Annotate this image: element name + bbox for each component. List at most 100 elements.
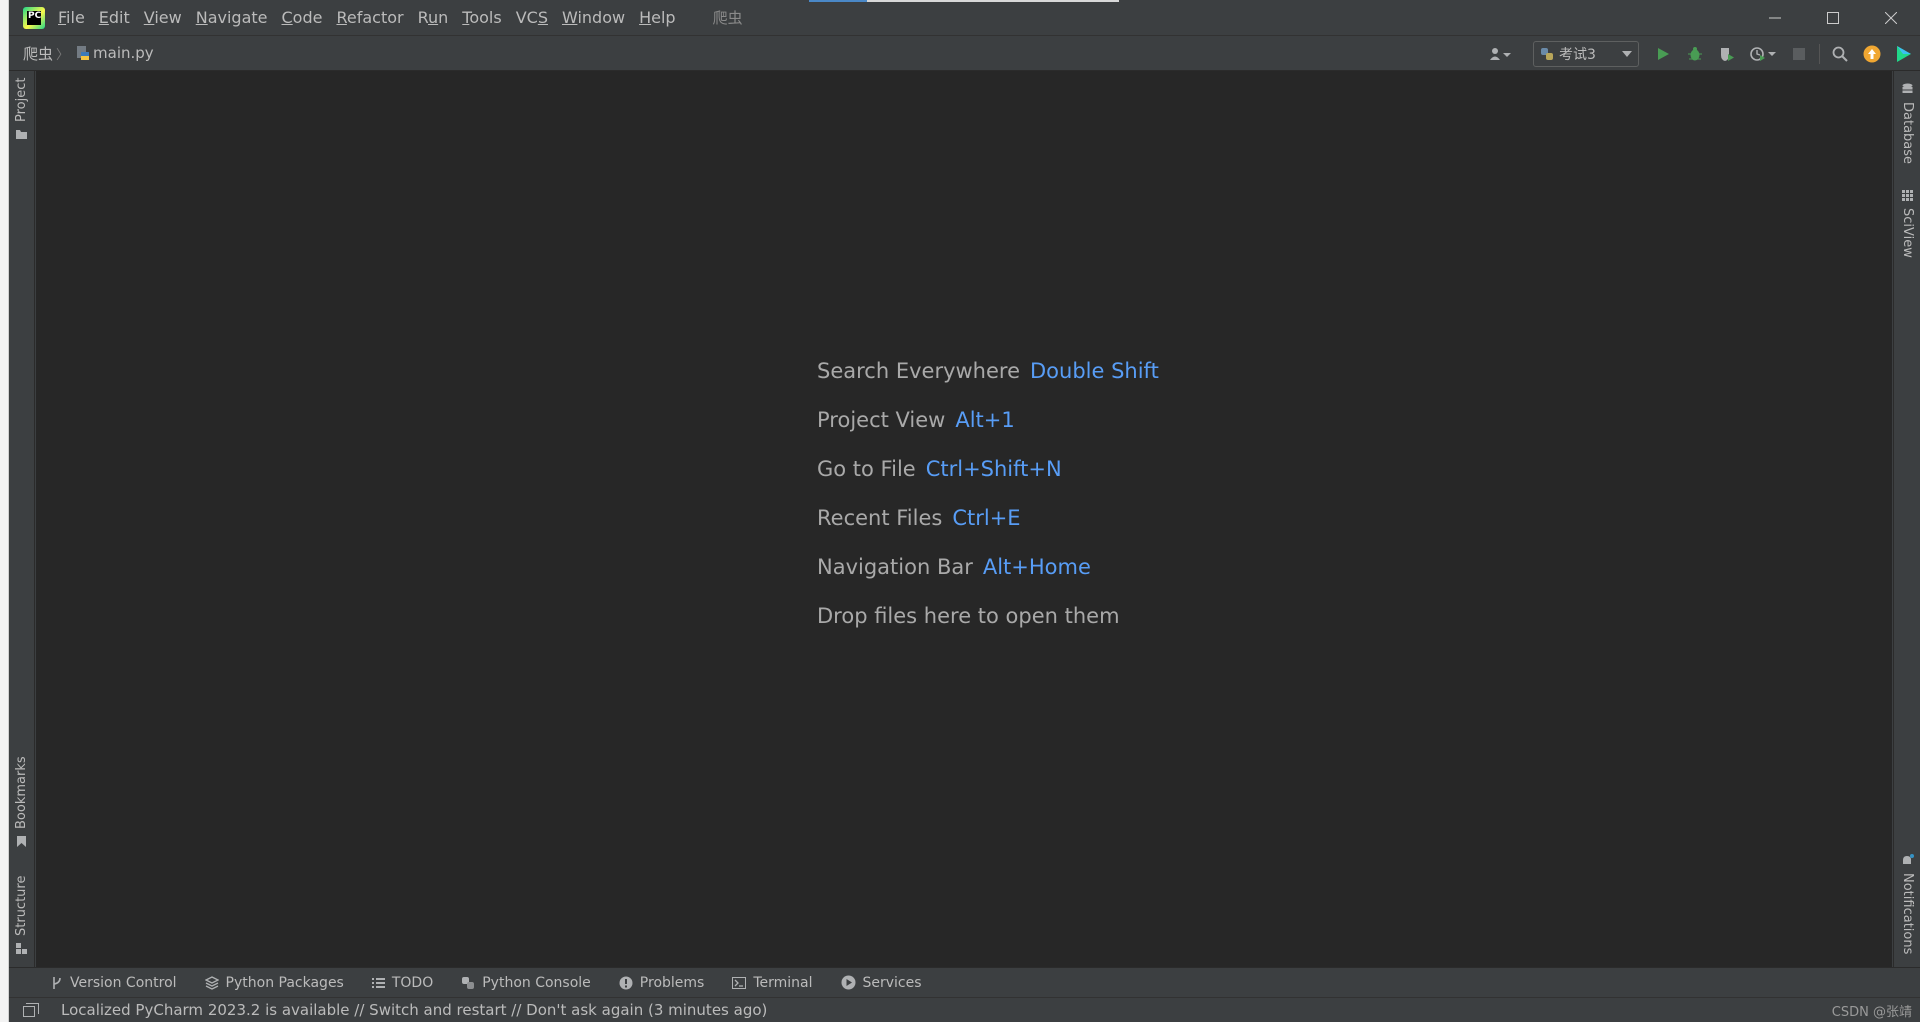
minimize-icon <box>1769 17 1781 18</box>
pycharm-window: PC File Edit View Navigate Code Refactor… <box>9 0 1920 1022</box>
run-button[interactable] <box>1647 36 1679 72</box>
hint-project-view: Project View Alt+1 <box>817 408 1015 432</box>
run-icon <box>1658 48 1669 60</box>
menu-edit[interactable]: Edit <box>92 0 137 35</box>
hint-drop-files: Drop files here to open them <box>817 604 1120 628</box>
menu-refactor[interactable]: Refactor <box>329 0 410 35</box>
python-config-icon <box>1541 48 1553 60</box>
hint-shortcut: Ctrl+E <box>952 506 1021 530</box>
hint-shortcut: Ctrl+Shift+N <box>925 457 1062 481</box>
jetbrains-icon <box>1897 46 1911 62</box>
stop-icon <box>1793 48 1805 60</box>
menu-code[interactable]: Code <box>275 0 330 35</box>
breadcrumb-separator-icon: 〉 <box>56 47 70 63</box>
tool-tab-database[interactable]: Database <box>1900 83 1915 164</box>
title-bar: PC File Edit View Navigate Code Refactor… <box>9 0 1920 35</box>
structure-icon <box>16 943 27 954</box>
maximize-button[interactable] <box>1804 0 1862 35</box>
main-toolbar: 考试3 <box>1481 36 1920 72</box>
tool-tab-python-console[interactable]: Python Console <box>461 975 591 991</box>
jetbrains-toolbox-button[interactable] <box>1888 36 1920 72</box>
hint-go-to-file: Go to File Ctrl+Shift+N <box>817 457 1062 481</box>
coverage-icon <box>1721 48 1734 61</box>
tool-tab-sciview[interactable]: SciView <box>1900 189 1915 258</box>
run-config-label: 考试3 <box>1559 47 1596 63</box>
debug-icon <box>1688 47 1702 61</box>
toolbar-divider <box>1819 44 1820 64</box>
tool-tab-notifications[interactable]: Notifications <box>1900 854 1915 954</box>
list-icon <box>371 977 385 988</box>
menu-window[interactable]: Window <box>555 0 632 35</box>
profile-button[interactable] <box>1743 36 1783 72</box>
menu-view[interactable]: View <box>137 0 189 35</box>
terminal-icon <box>732 976 747 989</box>
editor-hints: Search Everywhere Double Shift Project Vi… <box>817 357 1159 651</box>
minimize-button[interactable] <box>1746 0 1804 35</box>
search-icon <box>1832 46 1848 62</box>
search-everywhere-button[interactable] <box>1824 36 1856 72</box>
tool-tab-project[interactable]: Project <box>14 78 29 141</box>
navigation-bar: 爬虫 〉 main.py 考试3 <box>9 35 1920 71</box>
python-console-icon <box>462 976 475 989</box>
close-button[interactable] <box>1862 0 1920 35</box>
left-tool-strip: Project Bookmarks Structure <box>9 71 35 967</box>
hint-recent-files: Recent Files Ctrl+E <box>817 506 1021 530</box>
hint-search-everywhere: Search Everywhere Double Shift <box>817 359 1159 383</box>
vcs-branch-icon <box>53 976 61 989</box>
status-bar: Localized PyCharm 2023.2 is available //… <box>9 997 1920 1022</box>
stop-button[interactable] <box>1783 36 1815 72</box>
breadcrumb: 爬虫 〉 main.py <box>23 43 154 64</box>
menu-vcs[interactable]: VCS <box>509 0 555 35</box>
problems-icon <box>619 976 633 989</box>
title-progress-bar <box>809 0 1119 2</box>
services-icon <box>841 975 855 990</box>
window-project-title: 爬虫 <box>712 9 743 27</box>
main-menu: File Edit View Navigate Code Refactor Ru… <box>51 0 743 35</box>
run-configuration-select[interactable]: 考试3 <box>1533 41 1639 67</box>
menu-navigate[interactable]: Navigate <box>189 0 275 35</box>
right-tool-strip: Database SciView Notifications <box>1893 71 1920 967</box>
user-menu-button[interactable] <box>1481 36 1521 72</box>
packages-icon <box>204 975 219 990</box>
python-file-icon <box>77 46 90 60</box>
desktop-edge <box>0 0 9 1022</box>
bookmark-icon <box>17 836 26 847</box>
debug-button[interactable] <box>1679 36 1711 72</box>
bottom-tool-bar: Version Control Python Packages TODO Pyt… <box>9 967 1920 997</box>
ide-update-button[interactable] <box>1856 36 1888 72</box>
menu-tools[interactable]: Tools <box>455 0 508 35</box>
watermark-text: CSDN @张靖 <box>1831 1005 1912 1020</box>
run-with-coverage-button[interactable] <box>1711 36 1743 72</box>
toggle-tool-windows-icon[interactable] <box>23 1003 39 1017</box>
breadcrumb-project[interactable]: 爬虫 <box>23 43 53 64</box>
window-controls <box>1746 0 1920 35</box>
tool-tab-version-control[interactable]: Version Control <box>51 975 177 991</box>
status-message[interactable]: Localized PyCharm 2023.2 is available //… <box>61 1001 767 1019</box>
breadcrumb-file[interactable]: main.py <box>93 44 154 62</box>
folder-icon <box>16 130 27 139</box>
hint-shortcut: Alt+Home <box>982 555 1091 579</box>
close-icon <box>1885 11 1897 24</box>
update-icon <box>1863 45 1881 63</box>
database-icon <box>1902 83 1913 93</box>
tool-tab-bookmarks[interactable]: Bookmarks <box>14 756 29 848</box>
tool-tab-structure[interactable]: Structure <box>14 876 29 955</box>
editor-empty-state[interactable]: Search Everywhere Double Shift Project Vi… <box>36 71 1892 967</box>
tool-tab-todo[interactable]: TODO <box>371 975 433 991</box>
tool-tab-python-packages[interactable]: Python Packages <box>204 975 344 991</box>
maximize-icon <box>1827 11 1839 24</box>
hint-shortcut: Double Shift <box>1030 359 1159 383</box>
hint-navigation-bar: Navigation Bar Alt+Home <box>817 555 1091 579</box>
sciview-icon <box>1902 190 1913 201</box>
tool-tab-services[interactable]: Services <box>841 975 922 991</box>
pycharm-logo-icon[interactable]: PC <box>23 6 45 29</box>
menu-file[interactable]: File <box>51 0 92 35</box>
hint-shortcut: Alt+1 <box>955 408 1015 432</box>
menu-help[interactable]: Help <box>632 0 682 35</box>
chevron-down-icon <box>1622 51 1632 57</box>
profile-icon <box>1750 47 1776 61</box>
menu-run[interactable]: Run <box>411 0 456 35</box>
notification-bell-icon <box>1903 854 1914 864</box>
tool-tab-problems[interactable]: Problems <box>619 975 704 991</box>
tool-tab-terminal[interactable]: Terminal <box>732 975 813 991</box>
